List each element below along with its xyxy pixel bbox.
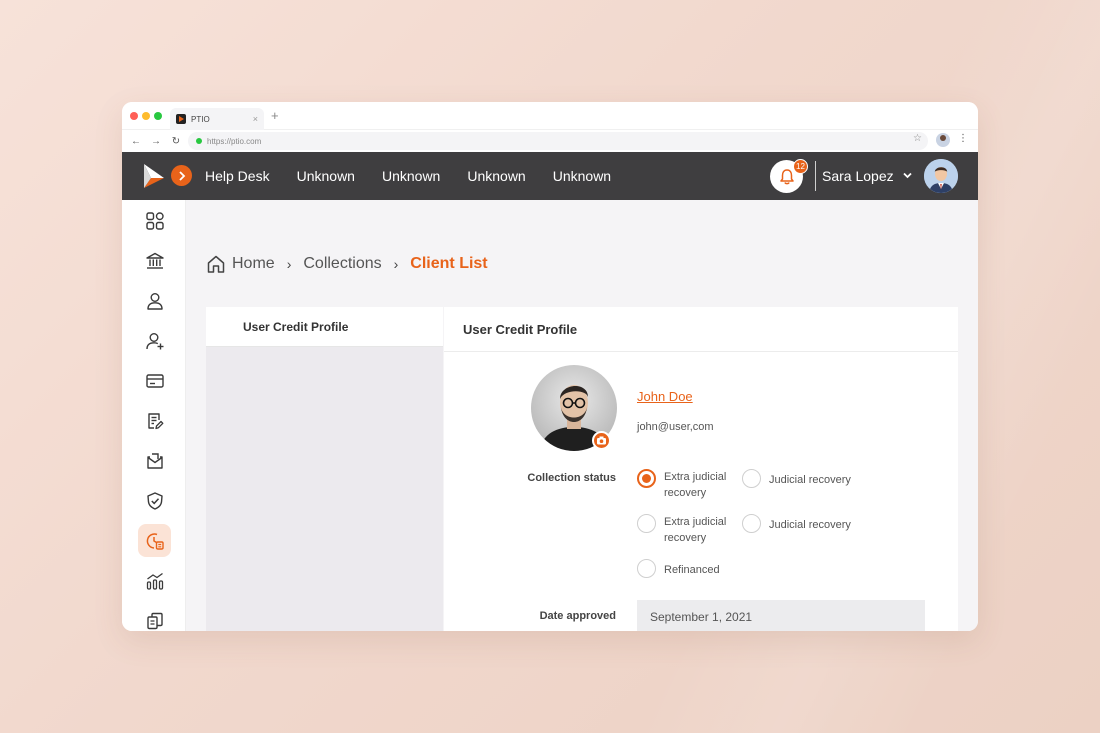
sidebar-item-reports[interactable] xyxy=(138,604,171,631)
forward-button[interactable]: → xyxy=(150,136,162,147)
date-approved-input[interactable] xyxy=(637,600,925,631)
profile-card: User Credit Profile John Doe john@user,c… xyxy=(444,307,958,631)
tab-close-icon[interactable]: × xyxy=(253,114,258,124)
sidebar-item-card[interactable] xyxy=(138,364,171,397)
sidebar-item-mail[interactable] xyxy=(138,444,171,477)
browser-toolbar: ← → ↻ https://ptio.com ☆ ⋮ xyxy=(122,130,978,152)
sidebar-item-dashboard[interactable] xyxy=(138,204,171,237)
user-icon xyxy=(146,292,163,310)
breadcrumb-home[interactable]: Home xyxy=(232,255,275,273)
status-radio-judicial-2[interactable]: Judicial recovery xyxy=(742,514,879,533)
chevron-down-icon[interactable] xyxy=(902,170,913,181)
date-approved-label: Date approved xyxy=(539,610,616,622)
browser-profile-avatar[interactable] xyxy=(936,133,950,147)
chevron-right-icon xyxy=(178,170,185,181)
breadcrumb: Home › Collections › Client List xyxy=(206,254,488,274)
collections-icon xyxy=(146,532,164,550)
sidebar-item-user[interactable] xyxy=(138,284,171,317)
nav-link-unknown-4[interactable]: Unknown xyxy=(553,168,611,184)
tab-user-credit-profile[interactable]: User Credit Profile xyxy=(206,307,443,347)
analytics-icon xyxy=(146,572,163,590)
nav-link-unknown-3[interactable]: Unknown xyxy=(467,168,525,184)
address-bar[interactable]: https://ptio.com xyxy=(188,132,928,150)
mail-box-icon xyxy=(146,452,163,469)
client-email: john@user,com xyxy=(637,421,714,433)
radio-circle[interactable] xyxy=(637,514,656,533)
status-radio-refinanced[interactable]: Refinanced xyxy=(637,559,742,578)
tab-title: PTIO xyxy=(191,114,210,124)
window-minimize-dot[interactable] xyxy=(142,112,150,120)
sidebar-item-analytics[interactable] xyxy=(138,564,171,597)
browser-tabstrip: PTIO × + xyxy=(122,102,978,130)
breadcrumb-client-list: Client List xyxy=(410,255,488,272)
shield-check-icon xyxy=(146,491,163,510)
sidebar-item-add-user[interactable] xyxy=(138,324,171,357)
browser-menu-icon[interactable]: ⋮ xyxy=(958,133,968,144)
top-nav-links: Help Desk Unknown Unknown Unknown Unknow… xyxy=(205,152,638,200)
left-panel: User Credit Profile xyxy=(206,307,443,631)
breadcrumb-collections[interactable]: Collections xyxy=(303,255,381,273)
breadcrumb-separator: › xyxy=(393,256,399,272)
reload-button[interactable]: ↻ xyxy=(170,136,182,147)
notification-count-badge: 12 xyxy=(793,159,808,174)
client-name-link[interactable]: John Doe xyxy=(637,389,693,404)
bookmark-star-icon[interactable]: ☆ xyxy=(913,133,922,144)
browser-tab[interactable]: PTIO × xyxy=(170,108,264,130)
user-avatar[interactable] xyxy=(924,159,958,193)
camera-icon xyxy=(597,436,606,445)
radio-label: Extra judicial recovery xyxy=(664,471,727,499)
dashboard-icon xyxy=(145,211,164,230)
change-photo-button[interactable] xyxy=(592,431,611,450)
status-radio-judicial-1[interactable]: Judicial recovery xyxy=(742,469,879,488)
radio-label: Refinanced xyxy=(664,564,720,576)
nav-link-unknown-1[interactable]: Unknown xyxy=(297,168,355,184)
nav-link-help-desk[interactable]: Help Desk xyxy=(205,168,270,184)
url-text: https://ptio.com xyxy=(207,136,262,146)
new-tab-button[interactable]: + xyxy=(271,108,279,123)
home-icon[interactable] xyxy=(206,254,226,274)
window-close-dot[interactable] xyxy=(130,112,138,120)
breadcrumb-separator: › xyxy=(286,256,292,272)
secure-lock-icon xyxy=(196,138,202,144)
radio-circle[interactable] xyxy=(742,469,761,488)
card-icon xyxy=(145,373,164,388)
notifications-button[interactable]: 12 xyxy=(770,159,808,193)
app-logo[interactable] xyxy=(142,163,166,189)
left-sidebar xyxy=(122,200,186,631)
back-button[interactable]: ← xyxy=(130,136,142,147)
reports-icon xyxy=(146,612,163,629)
bank-icon xyxy=(145,252,164,269)
sidebar-item-collections[interactable] xyxy=(138,524,171,557)
user-name[interactable]: Sara Lopez xyxy=(822,168,894,184)
radio-label: Judicial recovery xyxy=(769,474,851,486)
document-edit-icon xyxy=(147,412,163,429)
expand-sidebar-button[interactable] xyxy=(171,165,192,186)
nav-divider xyxy=(815,161,816,191)
sidebar-item-document[interactable] xyxy=(138,404,171,437)
browser-window: PTIO × + ← → ↻ https://ptio.com ☆ ⋮ Help… xyxy=(122,102,978,631)
favicon-icon xyxy=(176,114,186,124)
add-user-icon xyxy=(145,332,163,349)
sidebar-item-bank[interactable] xyxy=(138,244,171,277)
status-radio-extra-judicial-1[interactable]: Extra judicial recovery xyxy=(637,469,742,501)
radio-circle[interactable] xyxy=(637,469,656,488)
window-zoom-dot[interactable] xyxy=(154,112,162,120)
radio-label: Extra judicial recovery xyxy=(664,516,727,544)
nav-link-unknown-2[interactable]: Unknown xyxy=(382,168,440,184)
radio-circle[interactable] xyxy=(742,514,761,533)
card-title: User Credit Profile xyxy=(444,307,958,352)
bell-icon xyxy=(779,168,794,184)
collection-status-label: Collection status xyxy=(527,472,616,484)
sidebar-item-security[interactable] xyxy=(138,484,171,517)
status-radio-extra-judicial-2[interactable]: Extra judicial recovery xyxy=(637,514,742,546)
radio-circle[interactable] xyxy=(637,559,656,578)
app-top-nav: Help Desk Unknown Unknown Unknown Unknow… xyxy=(122,152,978,200)
main-content: Home › Collections › Client List User Cr… xyxy=(186,200,978,631)
radio-label: Judicial recovery xyxy=(769,519,851,531)
